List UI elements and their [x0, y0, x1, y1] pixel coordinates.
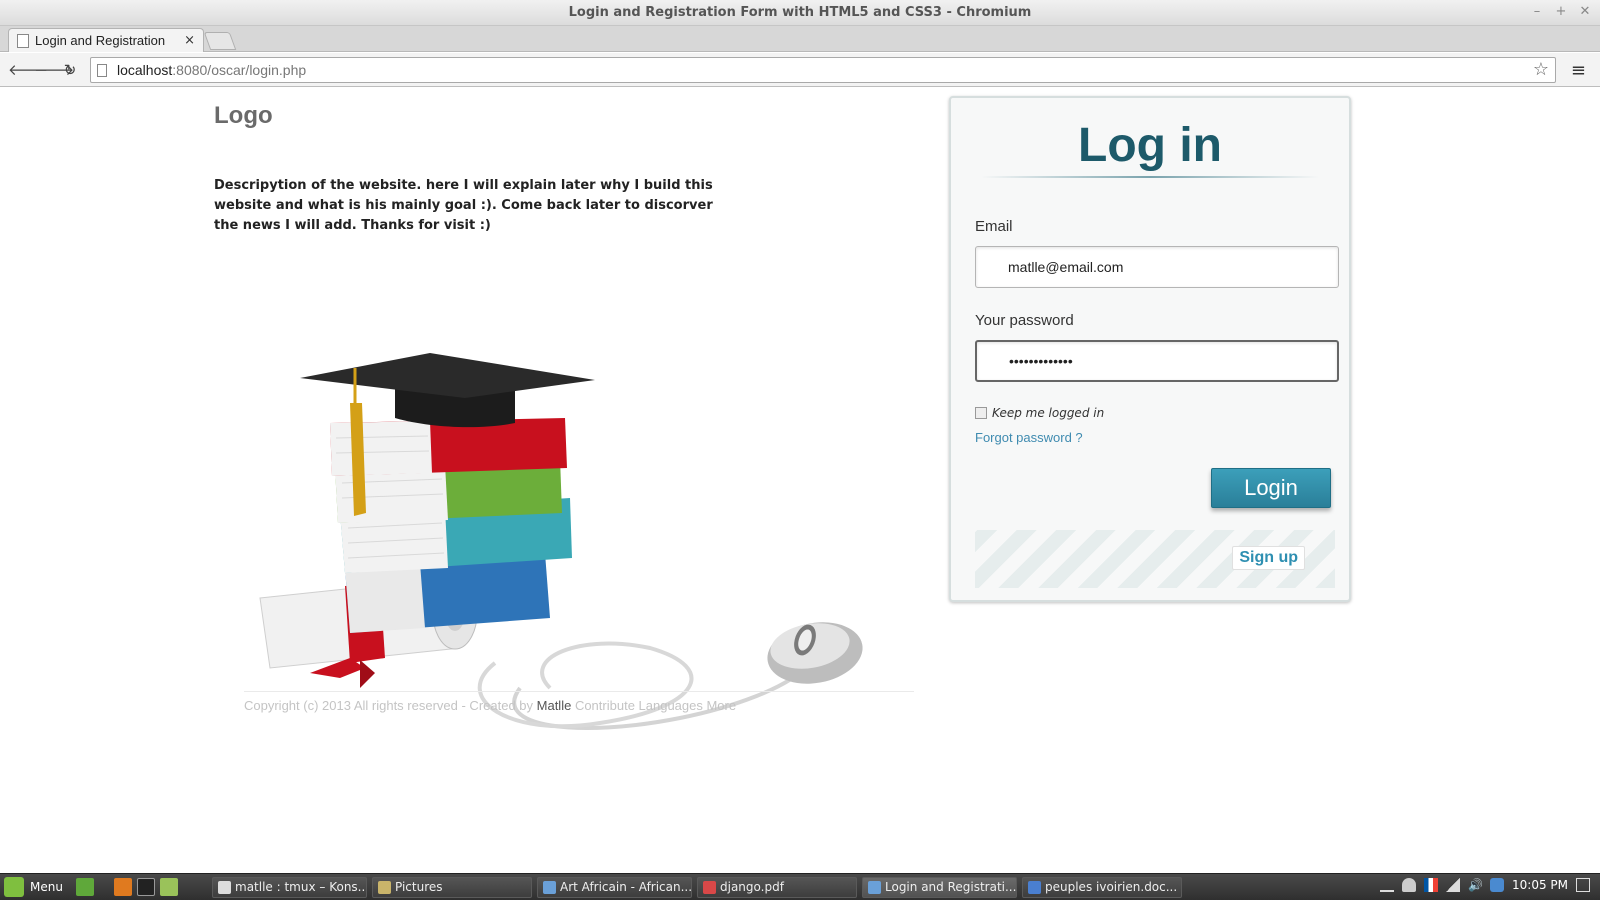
new-tab-button[interactable] — [203, 32, 237, 50]
forward-icon[interactable]: 🡒 — [34, 60, 74, 80]
education-illustration — [259, 353, 863, 730]
taskbar-window[interactable]: peuples ivoirien.doc... — [1022, 877, 1182, 898]
login-button[interactable]: Login — [1211, 468, 1331, 508]
taskbar-window[interactable]: matlle : tmux – Kons... — [212, 877, 367, 898]
forgot-password-link[interactable]: Forgot password ? — [975, 430, 1083, 445]
login-heading: Log in — [1078, 119, 1222, 172]
remember-label: Keep me logged in — [992, 406, 1105, 420]
url-text[interactable]: localhost:8080/oscar/login.php — [117, 62, 306, 78]
folder-icon — [378, 881, 391, 894]
system-tray: 🔊 10:05 PM — [1380, 878, 1590, 892]
password-label: Your password — [975, 312, 1074, 329]
site-description: Descripytion of the website. here I will… — [214, 178, 713, 233]
tab-label: Login and Registration — [35, 33, 166, 48]
taskbar-window[interactable]: Art Africain - African... — [537, 877, 692, 898]
mint-logo-icon — [4, 877, 24, 897]
taskbar-window[interactable]: django.pdf — [697, 877, 857, 898]
back-icon[interactable]: 🡐 — [8, 60, 48, 80]
page-content: Logo Descripytion of the website. here I… — [0, 88, 1600, 873]
france-flag-icon[interactable] — [1424, 878, 1438, 892]
tab-close-icon[interactable]: × — [184, 33, 195, 48]
site-logo[interactable]: Logo — [214, 102, 273, 130]
user-icon[interactable] — [1402, 878, 1416, 892]
taskbar-window-active[interactable]: Login and Registrati... — [862, 877, 1017, 898]
browser-menu-icon[interactable]: ≡ — [1571, 60, 1586, 81]
heading-divider — [981, 176, 1319, 178]
shield-icon[interactable] — [1490, 878, 1504, 892]
show-desktop-tray-icon[interactable] — [1576, 878, 1590, 892]
bookmark-star-icon[interactable]: ☆ — [1533, 59, 1549, 80]
clock[interactable]: 10:05 PM — [1512, 878, 1568, 892]
window-titlebar: Login and Registration Form with HTML5 a… — [0, 0, 1600, 26]
pdf-icon — [703, 881, 716, 894]
firefox-icon[interactable] — [114, 878, 132, 896]
chromium-icon — [868, 881, 881, 894]
remember-me: Keep me logged in — [975, 406, 1104, 420]
maximize-button[interactable]: + — [1554, 4, 1568, 19]
tab-strip: Login and Registration × — [0, 26, 1600, 52]
email-field[interactable] — [975, 246, 1339, 288]
window-title: Login and Registration Form with HTML5 a… — [568, 5, 1032, 20]
browser-toolbar: 🡐 🡒 ↻ localhost:8080/oscar/login.php ☆ ≡ — [0, 53, 1600, 87]
os-taskbar: Menu matlle : tmux – Kons... Pictures Ar… — [0, 873, 1600, 900]
document-icon — [1028, 881, 1041, 894]
address-bar[interactable]: localhost:8080/oscar/login.php ☆ — [90, 57, 1556, 83]
password-field[interactable] — [975, 340, 1339, 382]
files-launcher-icon[interactable] — [160, 878, 178, 896]
signup-button[interactable]: Sign up — [1232, 546, 1305, 570]
reload-icon[interactable]: ↻ — [60, 60, 80, 80]
start-menu-button[interactable]: Menu — [4, 877, 63, 897]
author-link[interactable]: Matlle — [537, 698, 572, 713]
terminal-launcher-icon[interactable] — [137, 878, 155, 896]
chromium-icon — [543, 881, 556, 894]
close-window-button[interactable]: ✕ — [1578, 4, 1592, 19]
remember-checkbox[interactable] — [975, 407, 987, 419]
terminal-icon — [218, 881, 231, 894]
footer-links[interactable]: Contribute Languages More — [571, 698, 736, 713]
page-icon — [97, 64, 107, 77]
volume-icon[interactable]: 🔊 — [1468, 878, 1483, 892]
page-footer: Copyright (c) 2013 All rights reserved -… — [244, 691, 914, 713]
tab-login[interactable]: Login and Registration × — [8, 28, 204, 52]
taskbar-window[interactable]: Pictures — [372, 877, 532, 898]
email-label: Email — [975, 218, 1013, 235]
login-form: Log in Email Your password Keep me logge… — [949, 96, 1351, 602]
minimize-button[interactable]: – — [1530, 4, 1544, 19]
keyboard-icon[interactable] — [1380, 878, 1394, 892]
signup-band: Sign up — [975, 530, 1335, 588]
start-menu-label: Menu — [30, 880, 63, 894]
page-favicon-icon — [17, 33, 29, 48]
show-desktop-icon[interactable] — [76, 878, 94, 896]
window-controls: – + ✕ — [1530, 4, 1592, 19]
copyright-text: Copyright (c) 2013 All rights reserved -… — [244, 698, 537, 713]
network-icon[interactable] — [1446, 878, 1460, 892]
